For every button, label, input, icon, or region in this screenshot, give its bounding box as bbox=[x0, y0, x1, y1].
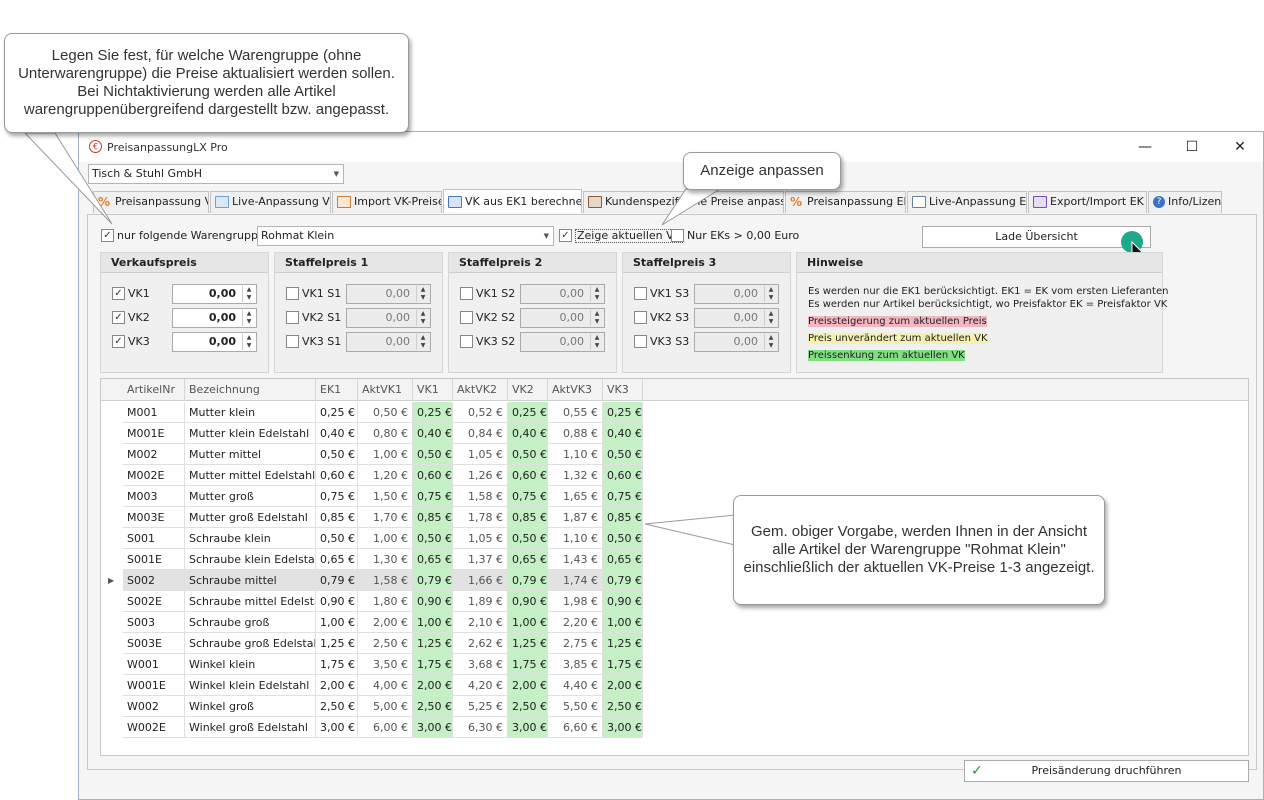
callout-display-text: Anzeige anpassen bbox=[700, 162, 824, 179]
callout-pointer-display bbox=[661, 188, 722, 226]
callout-grid-line: einschließlich der aktuellen VK-Preise 1… bbox=[743, 559, 1095, 576]
callout-pointer-top-left bbox=[23, 132, 113, 225]
callout-display: Anzeige anpassen bbox=[683, 152, 841, 190]
callout-top-left-line: Bei Nichtaktivierung werden alle Artikel bbox=[77, 83, 336, 100]
callout-grid: Gem. obiger Vorgabe, werden Ihnen in der… bbox=[733, 495, 1105, 605]
callout-pointer-grid bbox=[644, 514, 736, 546]
callout-grid-line: Gem. obiger Vorgabe, werden Ihnen in der… bbox=[750, 523, 1088, 540]
callout-top-left-line: Unterwarengruppe) die Preise aktualisier… bbox=[18, 65, 395, 82]
callout-top-left-line: Legen Sie fest, für welche Warengruppe (… bbox=[51, 47, 362, 64]
callout-grid-line: alle Artikel der Warengruppe "Rohmat Kle… bbox=[772, 541, 1066, 558]
callout-top-left-line: warengruppenübergreifend dargestellt bzw… bbox=[23, 101, 390, 118]
callout-top-left: Legen Sie fest, für welche Warengruppe (… bbox=[4, 33, 409, 133]
